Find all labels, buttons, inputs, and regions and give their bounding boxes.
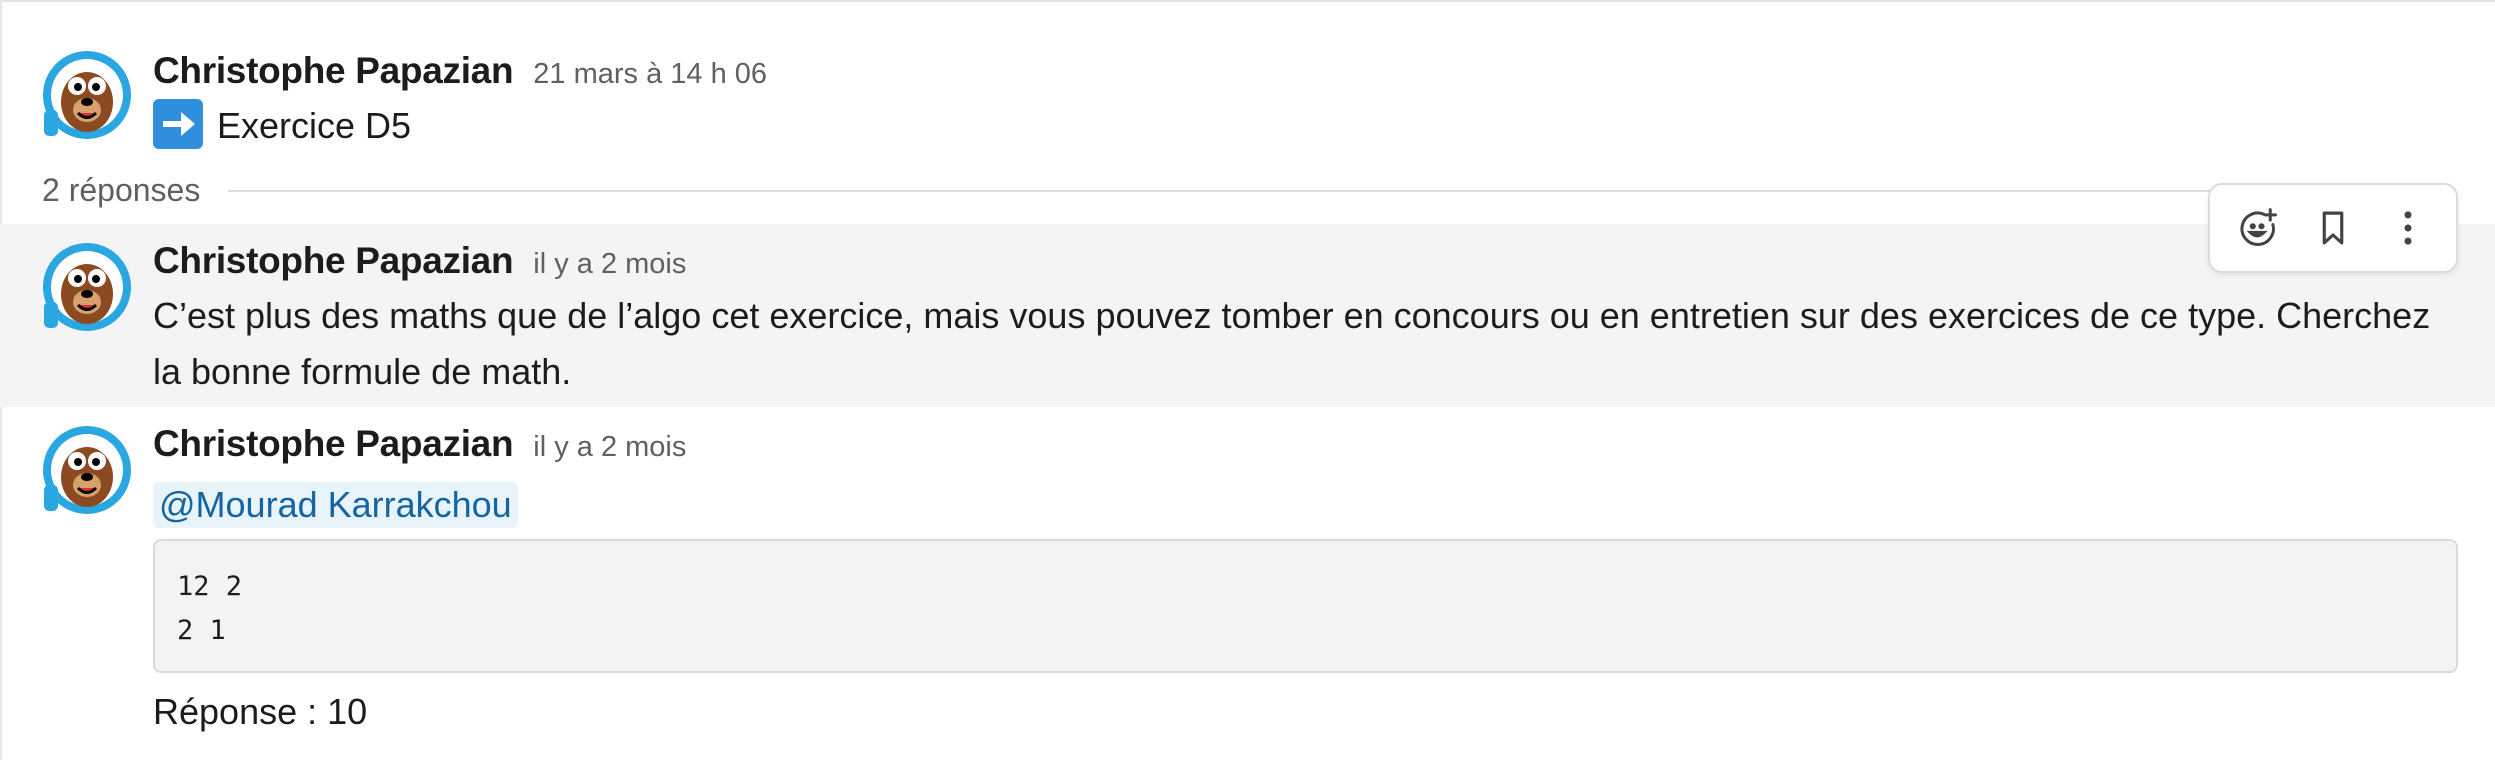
message-mention-line: @Mourad Karrakchou	[153, 477, 2455, 533]
bookmark-icon	[2322, 211, 2344, 245]
code-line: 2 1	[177, 615, 226, 646]
code-block: 12 2 2 1	[153, 539, 2458, 673]
avatar[interactable]	[42, 425, 132, 515]
author-name[interactable]: Christophe Papazian	[153, 240, 514, 282]
message-text: C’est plus des maths que de l’algo cet e…	[153, 295, 2431, 392]
message-parent[interactable]: Christophe Papazian 21 mars à 14 h 06 Ex…	[0, 0, 2495, 160]
user-mention[interactable]: @Mourad Karrakchou	[153, 482, 518, 528]
arrow-right-emoji-icon	[153, 99, 203, 150]
timestamp[interactable]: 21 mars à 14 h 06	[533, 58, 767, 91]
more-vertical-icon	[2404, 211, 2412, 245]
timestamp[interactable]: il y a 2 mois	[533, 431, 686, 464]
author-name[interactable]: Christophe Papazian	[153, 423, 514, 465]
save-for-later-button[interactable]	[2303, 198, 2363, 258]
message-body: Exercice D5	[153, 98, 2455, 154]
divider-line	[228, 189, 2222, 192]
add-reaction-icon	[2240, 208, 2277, 246]
timestamp[interactable]: il y a 2 mois	[533, 248, 686, 281]
more-actions-button[interactable]	[2378, 198, 2438, 258]
add-reaction-button[interactable]	[2228, 198, 2288, 258]
replies-count: 2 réponses	[42, 172, 201, 208]
avatar[interactable]	[42, 50, 132, 140]
code-line: 12 2	[177, 571, 243, 602]
author-name[interactable]: Christophe Papazian	[153, 50, 514, 92]
thread-replies-divider: 2 réponses	[42, 172, 2222, 209]
avatar[interactable]	[42, 242, 132, 332]
message-text: Réponse : 10	[153, 691, 368, 732]
message-reply[interactable]: Christophe Papazian il y a 2 mois C’est …	[0, 224, 2495, 407]
message-actions-toolbar	[2208, 183, 2458, 273]
message-text: Exercice D5	[217, 105, 412, 146]
